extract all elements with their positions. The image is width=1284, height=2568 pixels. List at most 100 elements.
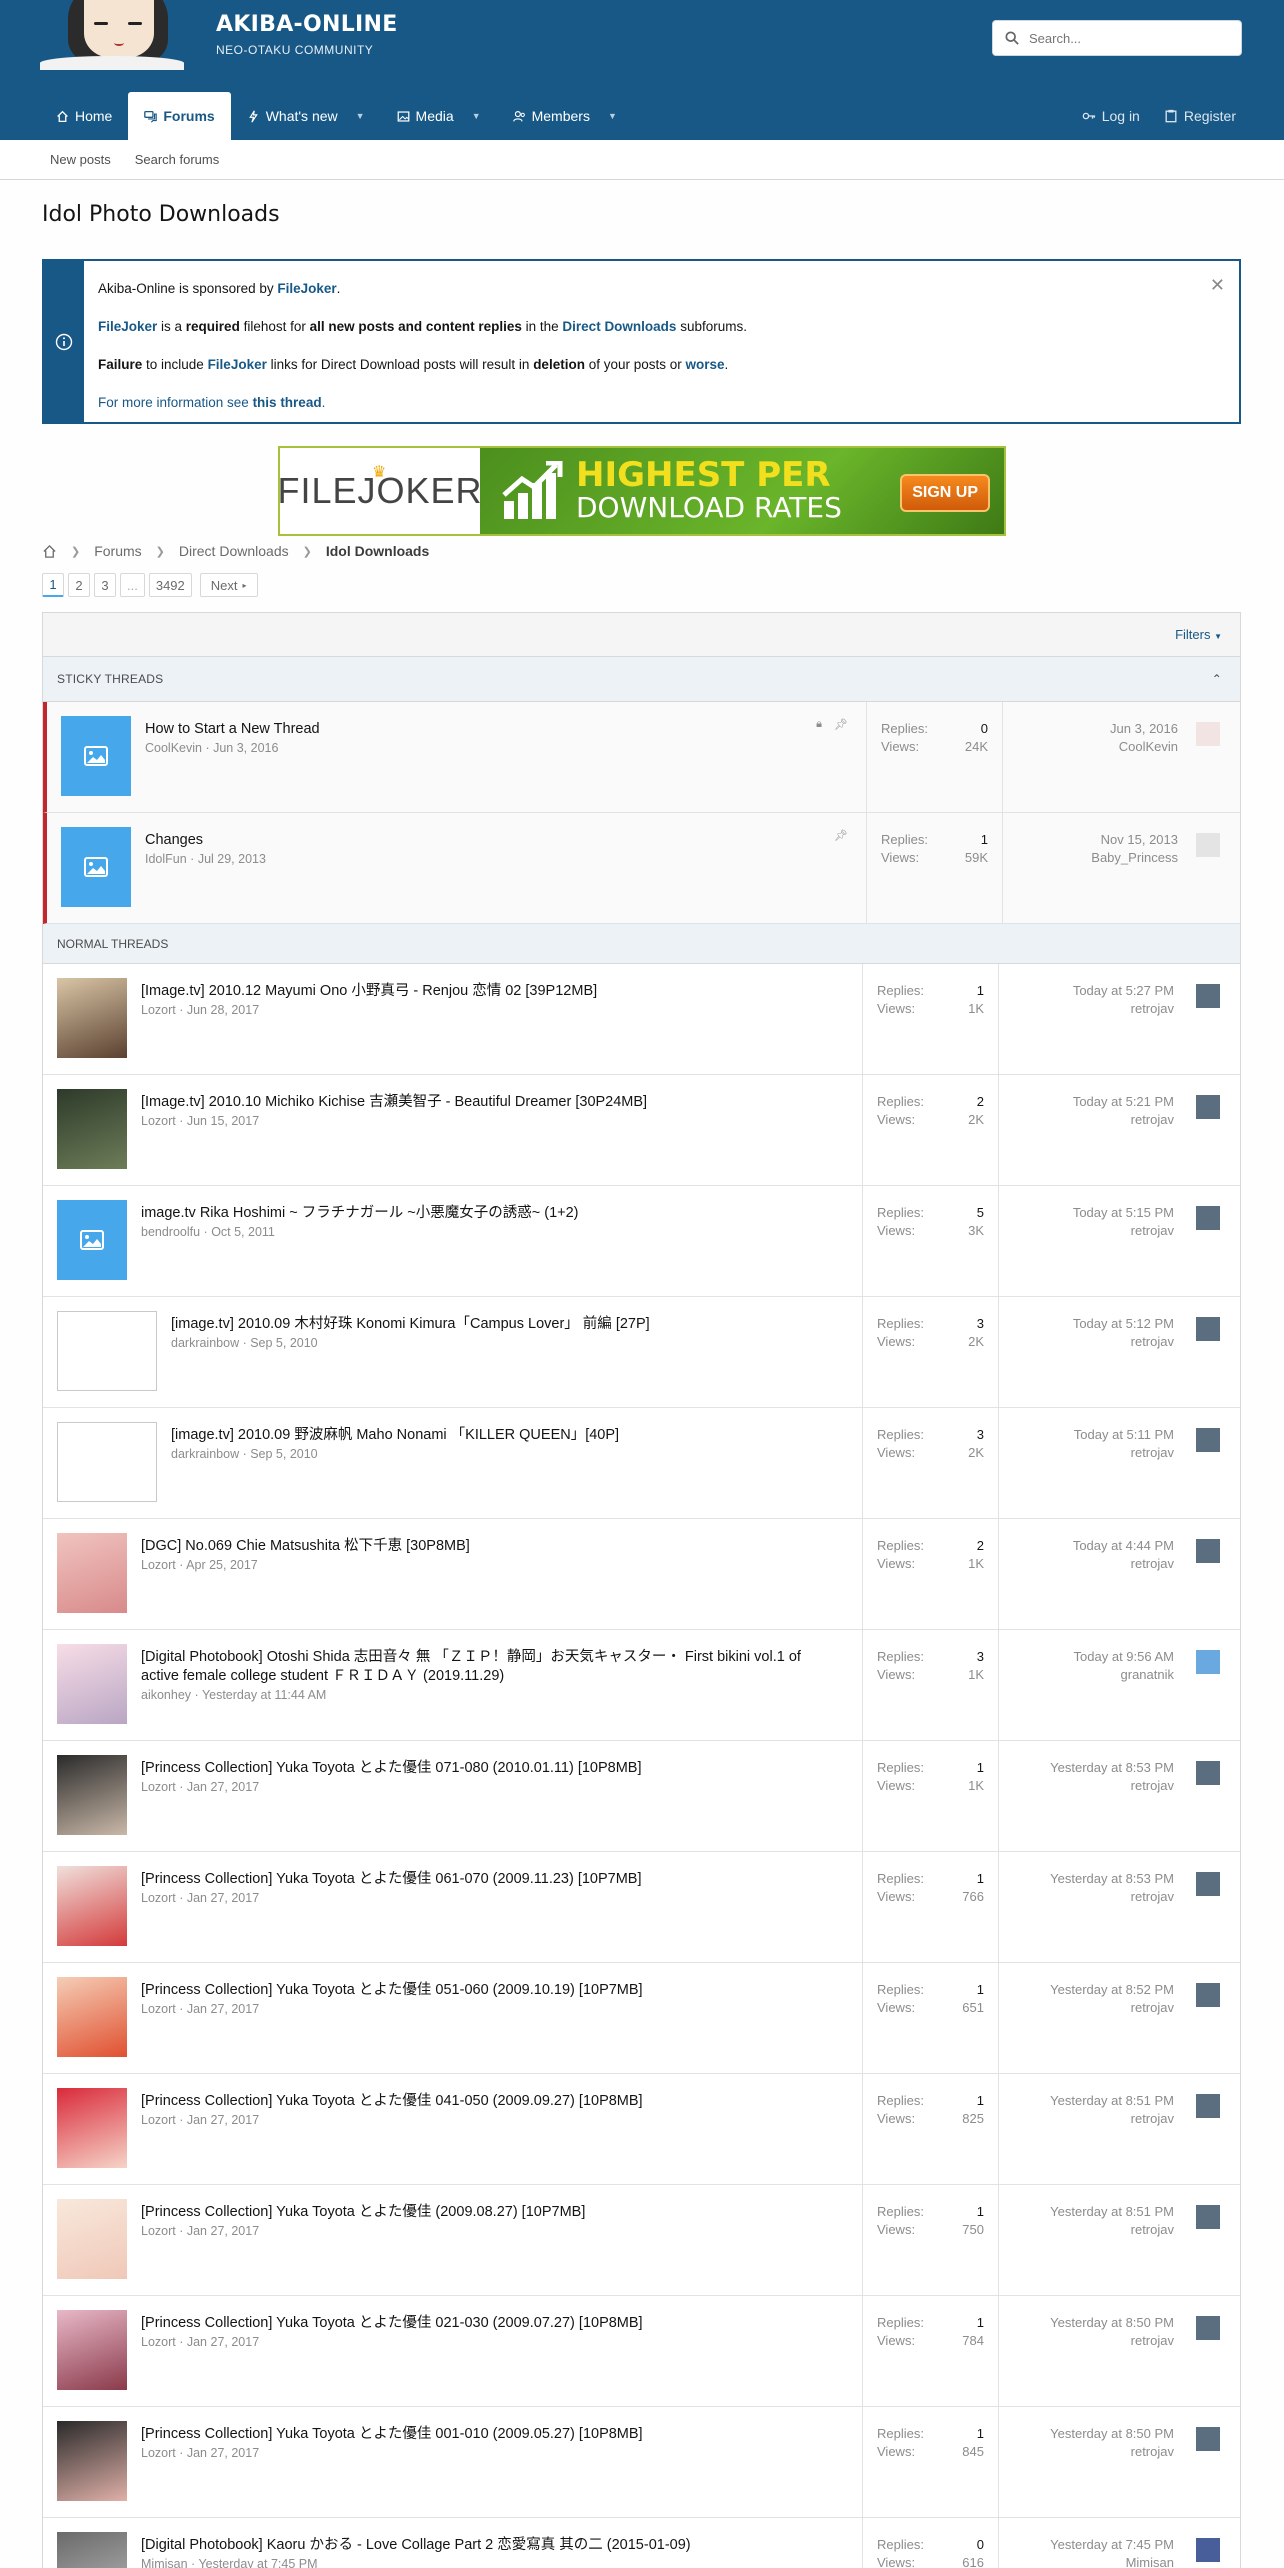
last-post-date[interactable]: Jun 3, 2016: [1003, 720, 1178, 738]
search-input[interactable]: [1029, 30, 1219, 46]
thread-title[interactable]: [image.tv] 2010.09 野波麻帆 Maho Nonami 「KIL…: [171, 1426, 842, 1445]
nav-media[interactable]: Media ▼: [381, 92, 497, 140]
avatar[interactable]: [1196, 1095, 1220, 1119]
avatar[interactable]: [1196, 1650, 1220, 1674]
thread-title[interactable]: [Image.tv] 2010.12 Mayumi Ono 小野真弓 - Ren…: [141, 982, 842, 1001]
thread-thumbnail[interactable]: [57, 1977, 127, 2057]
last-post-user[interactable]: Mimisan: [999, 2554, 1174, 2568]
thread-row[interactable]: [Princess Collection] Yuka Toyota とよた優佳 …: [43, 2185, 1240, 2296]
avatar[interactable]: [1196, 2205, 1220, 2229]
thread-row[interactable]: [Princess Collection] Yuka Toyota とよた優佳 …: [43, 1852, 1240, 1963]
last-post-user[interactable]: retrojav: [999, 1555, 1174, 1573]
signup-button[interactable]: SIGN UP: [900, 474, 990, 512]
thread-author[interactable]: Lozort: [141, 1891, 176, 1905]
worse-link[interactable]: worse: [686, 357, 725, 372]
nav-forums[interactable]: Forums: [128, 92, 231, 140]
thread-thumbnail-placeholder[interactable]: [61, 827, 131, 907]
thread-date[interactable]: Jun 15, 2017: [187, 1114, 259, 1128]
thread-date[interactable]: Jan 27, 2017: [187, 1891, 259, 1905]
thread-title[interactable]: [Princess Collection] Yuka Toyota とよた優佳 …: [141, 1981, 842, 2000]
thread-row[interactable]: [Image.tv] 2010.10 Michiko Kichise 吉瀬美智子…: [43, 1075, 1240, 1186]
thread-date[interactable]: Jul 29, 2013: [198, 852, 266, 866]
thread-row[interactable]: [image.tv] 2010.09 木村好珠 Konomi Kimura「Ca…: [43, 1297, 1240, 1408]
thread-date[interactable]: Jan 27, 2017: [187, 2335, 259, 2349]
avatar[interactable]: [1196, 2427, 1220, 2451]
thread-thumbnail[interactable]: [57, 2532, 127, 2568]
next-page-button[interactable]: Next ▸: [199, 573, 258, 597]
direct-downloads-link[interactable]: Direct Downloads: [562, 319, 676, 334]
last-post-user[interactable]: retrojav: [999, 1111, 1174, 1129]
last-post-date[interactable]: Yesterday at 8:53 PM: [999, 1759, 1174, 1777]
new-posts-link[interactable]: New posts: [50, 152, 111, 167]
thread-date[interactable]: Oct 5, 2011: [211, 1225, 275, 1239]
filejoker-link[interactable]: FileJoker: [98, 319, 157, 334]
thread-row[interactable]: Changes IdolFun · Jul 29, 2013 📌︎ Replies: 1…: [43, 813, 1240, 924]
last-post-date[interactable]: Yesterday at 8:51 PM: [999, 2203, 1174, 2221]
avatar[interactable]: [1196, 984, 1220, 1008]
avatar[interactable]: [1196, 1761, 1220, 1785]
thread-row[interactable]: [Princess Collection] Yuka Toyota とよた優佳 …: [43, 2074, 1240, 2185]
search-forums-link[interactable]: Search forums: [135, 152, 220, 167]
avatar[interactable]: [1196, 2094, 1220, 2118]
thread-date[interactable]: Apr 25, 2017: [186, 1558, 258, 1572]
filejoker-link[interactable]: FileJoker: [208, 357, 267, 372]
thread-date[interactable]: Yesterday at 11:44 AM: [202, 1688, 326, 1702]
thread-author[interactable]: bendroolfu: [141, 1225, 200, 1239]
thread-thumbnail-broken[interactable]: [57, 1422, 157, 1502]
last-post-user[interactable]: CoolKevin: [1003, 738, 1178, 756]
last-post-user[interactable]: retrojav: [999, 1444, 1174, 1462]
last-post-date[interactable]: Yesterday at 7:45 PM: [999, 2536, 1174, 2554]
avatar[interactable]: [1196, 1872, 1220, 1896]
thread-thumbnail-placeholder[interactable]: [61, 716, 131, 796]
page-ellipsis-button[interactable]: ...: [120, 573, 145, 597]
avatar[interactable]: [1196, 722, 1220, 746]
thread-author[interactable]: Lozort: [141, 1003, 176, 1017]
chevron-up-icon[interactable]: ⌃: [1212, 672, 1222, 686]
thread-date[interactable]: Sep 5, 2010: [250, 1336, 317, 1350]
register-link[interactable]: Register: [1164, 108, 1236, 124]
thread-row[interactable]: [DGC] No.069 Chie Matsushita 松下千恵 [30P8M…: [43, 1519, 1240, 1630]
thread-author[interactable]: CoolKevin: [145, 741, 202, 755]
avatar[interactable]: [1196, 833, 1220, 857]
close-icon[interactable]: ✕: [1210, 275, 1225, 296]
thread-thumbnail[interactable]: [57, 978, 127, 1058]
thread-thumbnail[interactable]: [57, 2310, 127, 2390]
avatar[interactable]: [1196, 1428, 1220, 1452]
thread-author[interactable]: Lozort: [141, 1558, 176, 1572]
thread-thumbnail[interactable]: [57, 1644, 127, 1724]
thread-title[interactable]: [Princess Collection] Yuka Toyota とよた優佳 …: [141, 2425, 842, 2444]
last-post-user[interactable]: retrojav: [999, 1000, 1174, 1018]
thread-date[interactable]: Sep 5, 2010: [250, 1447, 317, 1461]
last-post-date[interactable]: Today at 5:12 PM: [999, 1315, 1174, 1333]
thread-author[interactable]: aikonhey: [141, 1688, 191, 1702]
thread-thumbnail[interactable]: [57, 2421, 127, 2501]
thread-thumbnail[interactable]: [57, 2088, 127, 2168]
thread-row[interactable]: image.tv Rika Hoshimi ~ フラチナガール ~小悪魔女子の誘…: [43, 1186, 1240, 1297]
thread-row[interactable]: [Digital Photobook] Otoshi Shida 志田音々 無 …: [43, 1630, 1240, 1741]
last-post-date[interactable]: Yesterday at 8:50 PM: [999, 2314, 1174, 2332]
thread-author[interactable]: Lozort: [141, 2335, 176, 2349]
sticky-threads-header[interactable]: Sticky threads ⌃: [43, 657, 1240, 702]
last-post-user[interactable]: retrojav: [999, 1777, 1174, 1795]
thread-date[interactable]: Jan 27, 2017: [187, 2002, 259, 2016]
thread-author[interactable]: Lozort: [141, 1780, 176, 1794]
last-post-user[interactable]: retrojav: [999, 2332, 1174, 2350]
thread-row[interactable]: How to Start a New Thread CoolKevin · Jun…: [43, 702, 1240, 813]
thread-title[interactable]: [Image.tv] 2010.10 Michiko Kichise 吉瀬美智子…: [141, 1093, 842, 1112]
last-post-date[interactable]: Yesterday at 8:51 PM: [999, 2092, 1174, 2110]
last-post-date[interactable]: Yesterday at 8:52 PM: [999, 1981, 1174, 1999]
thread-author[interactable]: Lozort: [141, 2113, 176, 2127]
last-post-user[interactable]: retrojav: [999, 2221, 1174, 2239]
thread-title[interactable]: Changes: [145, 831, 846, 850]
last-post-date[interactable]: Today at 5:21 PM: [999, 1093, 1174, 1111]
thread-title[interactable]: [Princess Collection] Yuka Toyota とよた優佳 …: [141, 2092, 842, 2111]
last-post-user[interactable]: granatnik: [999, 1666, 1174, 1684]
thread-title[interactable]: [Princess Collection] Yuka Toyota とよた優佳 …: [141, 2203, 842, 2222]
thread-thumbnail[interactable]: [57, 1533, 127, 1613]
thread-row[interactable]: [Princess Collection] Yuka Toyota とよた優佳 …: [43, 1741, 1240, 1852]
thread-author[interactable]: darkrainbow: [171, 1336, 239, 1350]
thread-thumbnail-broken[interactable]: [57, 1311, 157, 1391]
last-post-date[interactable]: Yesterday at 8:53 PM: [999, 1870, 1174, 1888]
thread-author[interactable]: Lozort: [141, 2224, 176, 2238]
this-thread-link[interactable]: this thread: [253, 395, 322, 410]
